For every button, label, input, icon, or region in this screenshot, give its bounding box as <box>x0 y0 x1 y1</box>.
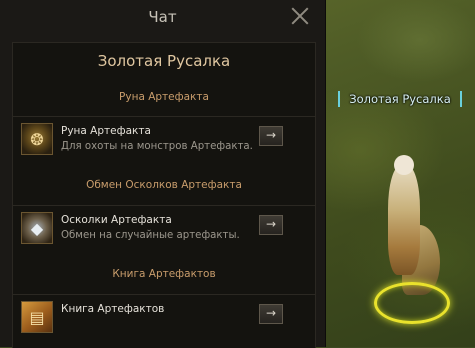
option-artifact-rune[interactable]: ❂ Руна Артефакта Для охоты на монстров А… <box>13 121 315 159</box>
option-description: Обмен на случайные артефакты. <box>61 230 240 241</box>
target-selection-ring <box>374 282 450 324</box>
divider <box>13 294 315 295</box>
artifact-rune-icon: ❂ <box>21 123 53 155</box>
option-artifact-shards[interactable]: ◆ Осколки Артефакта Обмен на случайные а… <box>13 210 315 248</box>
artifact-book-icon: ▤ <box>21 301 53 333</box>
section-heading-rune: Руна Артефакта <box>119 91 209 103</box>
option-title: Руна Артефакта <box>61 125 151 137</box>
go-button-artifact-shards[interactable]: → <box>259 215 283 235</box>
artifact-shard-icon: ◆ <box>21 212 53 244</box>
option-title: Книга Артефактов <box>61 303 165 315</box>
option-title: Осколки Артефакта <box>61 214 172 226</box>
divider <box>13 205 315 206</box>
close-button[interactable] <box>290 6 310 26</box>
option-artifact-book[interactable]: ▤ Книга Артефактов → <box>13 299 315 337</box>
go-button-artifact-book[interactable]: → <box>259 304 283 324</box>
npc-head <box>394 155 414 175</box>
npc-name-heading: Золотая Русалка <box>97 52 231 70</box>
npc-golden-mermaid[interactable] <box>360 155 450 295</box>
npc-body <box>388 165 420 275</box>
go-button-artifact-rune[interactable]: → <box>259 126 283 146</box>
chat-title: Чат <box>148 8 177 26</box>
section-heading-shard-exchange: Обмен Осколков Артефакта <box>86 179 242 191</box>
divider <box>13 116 315 117</box>
npc-nameplate: Золотая Русалка <box>338 91 462 107</box>
section-heading-artifact-book: Книга Артефактов <box>112 268 216 280</box>
option-description: Для охоты на монстров Артефакта. <box>61 141 253 152</box>
chat-content: Золотая Русалка Руна Артефакта ❂ Руна Ар… <box>12 42 316 348</box>
chat-header: Чат <box>0 0 325 36</box>
npc-chat-window: Чат Золотая Русалка Руна Артефакта ❂ Рун… <box>0 0 326 348</box>
